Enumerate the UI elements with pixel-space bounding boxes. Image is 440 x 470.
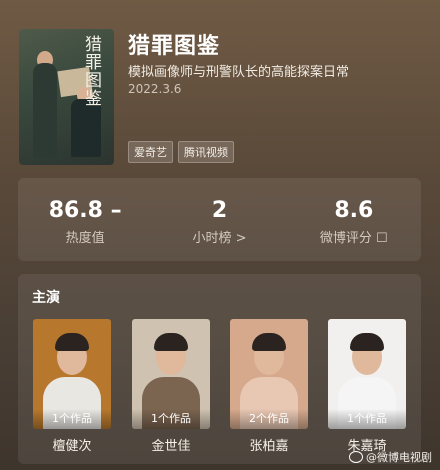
- actor-works-count: 1个作品: [132, 409, 210, 429]
- platform-tag[interactable]: 爱奇艺: [128, 141, 173, 163]
- stat-label: 微博评分 ☐: [319, 231, 388, 246]
- stat-heat: 86.8 – 热度值: [18, 178, 152, 261]
- stat-weibo-score[interactable]: 8.6 微博评分 ☐: [287, 178, 421, 261]
- actor-photo: 1个作品: [132, 319, 210, 429]
- poster-title: 猎罪图鉴: [81, 35, 101, 107]
- poster-image[interactable]: 猎罪图鉴: [19, 29, 114, 165]
- actor-hair: [252, 333, 286, 351]
- actor-name: 檀健次: [52, 439, 92, 454]
- stat-label: 热度值: [65, 231, 105, 246]
- actor-photo: 1个作品: [328, 319, 406, 429]
- actor-photo: 2个作品: [230, 319, 308, 429]
- show-title: 猎罪图鉴: [128, 34, 221, 59]
- actor-card[interactable]: 1个作品 朱嘉琦: [328, 319, 406, 454]
- actor-hair: [55, 333, 89, 351]
- actor-hair: [350, 333, 384, 351]
- actor-name: 张柏嘉: [249, 439, 289, 454]
- actor-photo: 1个作品: [33, 319, 111, 429]
- watermark-text: @微博电视剧: [366, 451, 432, 464]
- platform-tags: 爱奇艺 腾讯视频: [128, 141, 234, 163]
- actor-name: 金世佳: [151, 439, 191, 454]
- actor-hair: [154, 333, 188, 351]
- actor-works-count: 2个作品: [230, 409, 308, 429]
- cast-panel: 主演 1个作品 檀健次 1个作品 金世佳 2个作品 张柏嘉 1个作品 朱嘉琦: [18, 274, 421, 464]
- cast-heading: 主演: [32, 290, 60, 306]
- actor-works-count: 1个作品: [328, 409, 406, 429]
- watermark: @微博电视剧: [349, 449, 432, 465]
- stat-value: 86.8 –: [48, 198, 122, 223]
- poster-figure: [71, 99, 101, 157]
- stat-value: 8.6: [334, 198, 374, 223]
- weibo-logo-icon: [349, 451, 363, 463]
- stat-label: 小时榜 >: [192, 231, 247, 246]
- air-date: 2022.3.6: [128, 82, 182, 96]
- actor-card[interactable]: 1个作品 檀健次: [33, 319, 111, 454]
- platform-tag[interactable]: 腾讯视频: [178, 141, 234, 163]
- actor-card[interactable]: 1个作品 金世佳: [132, 319, 210, 454]
- actor-works-count: 1个作品: [33, 409, 111, 429]
- stat-hourly-rank[interactable]: 2 小时榜 >: [152, 178, 286, 261]
- show-subtitle: 模拟画像师与刑警队长的高能探案日常: [128, 65, 350, 80]
- stats-panel: 86.8 – 热度值 2 小时榜 > 8.6 微博评分 ☐: [18, 178, 421, 261]
- stat-value: 2: [211, 198, 228, 223]
- actor-card[interactable]: 2个作品 张柏嘉: [230, 319, 308, 454]
- poster-figure: [33, 63, 57, 158]
